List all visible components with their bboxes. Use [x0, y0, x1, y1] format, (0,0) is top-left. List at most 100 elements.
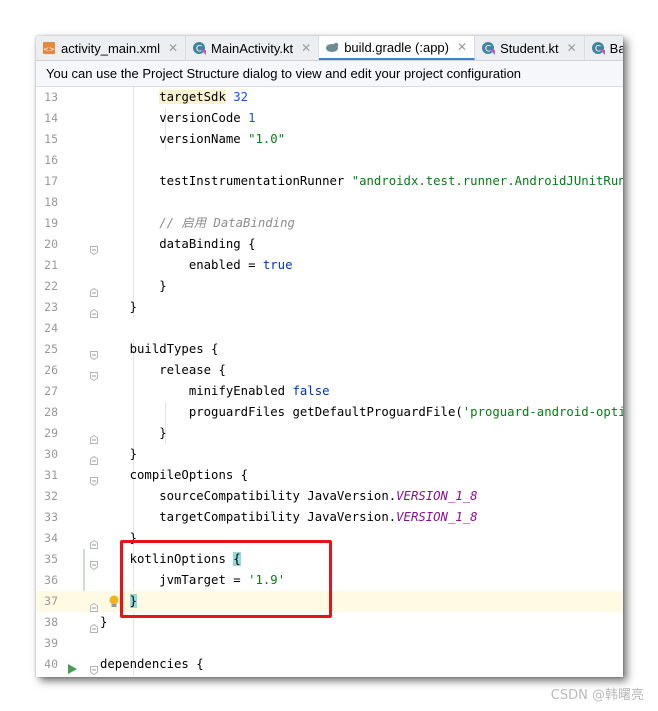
code-text: enabled = true [100, 258, 293, 272]
line-number: 16 [44, 153, 58, 167]
fold-end-icon[interactable] [90, 597, 98, 612]
line-number: 34 [44, 531, 58, 545]
code-line[interactable]: 17 testInstrumentationRunner "androidx.t… [36, 171, 623, 192]
line-number: 40 [44, 657, 58, 671]
code-line[interactable]: 16 [36, 150, 623, 171]
line-number: 20 [44, 237, 58, 251]
code-line[interactable]: 19 // 启用 DataBinding [36, 213, 623, 234]
line-number: 25 [44, 342, 58, 356]
line-number: 22 [44, 279, 58, 293]
kotlin-class-icon: C [481, 41, 496, 55]
code-line[interactable]: 18 [36, 192, 623, 213]
line-number: 14 [44, 111, 58, 125]
line-number: 13 [44, 90, 58, 104]
line-number: 30 [44, 447, 58, 461]
line-number: 37 [44, 594, 58, 608]
code-line[interactable]: 28 proguardFiles getDefaultProguardFile(… [36, 402, 623, 423]
code-line[interactable]: 33 targetCompatibility JavaVersion.VERSI… [36, 507, 623, 528]
tab-label: MainActivity.kt [211, 40, 294, 56]
code-text: dataBinding { [100, 237, 256, 251]
line-number: 29 [44, 426, 58, 440]
code-line[interactable]: 30 } [36, 444, 623, 465]
line-number: 19 [44, 216, 58, 230]
code-line[interactable]: 20 dataBinding { [36, 234, 623, 256]
svg-text:<>: <> [43, 46, 55, 54]
code-text: } [100, 615, 108, 629]
code-text: dependencies { [100, 657, 204, 671]
line-number: 17 [44, 174, 58, 188]
tab-activity-main-xml[interactable]: <> activity_main.xml ✕ [36, 36, 187, 60]
code-line[interactable]: 15 versionName "1.0" [36, 129, 623, 150]
line-number: 15 [44, 132, 58, 146]
fold-expand-icon[interactable] [90, 660, 98, 676]
fold-end-icon[interactable] [90, 282, 98, 297]
code-text: versionCode 1 [100, 111, 256, 125]
tab-build-gradle-app[interactable]: build.gradle (:app) ✕ [319, 36, 476, 60]
kotlin-class-icon: C [591, 41, 605, 55]
line-number: 32 [44, 489, 58, 503]
code-line[interactable]: 25 buildTypes { [36, 339, 623, 361]
tab-label: Student.kt [500, 40, 559, 56]
code-line[interactable]: 23 } [36, 297, 623, 318]
close-icon[interactable]: ✕ [457, 40, 467, 54]
fold-end-icon[interactable] [90, 618, 98, 633]
line-number: 26 [44, 363, 58, 377]
fold-expand-icon[interactable] [90, 471, 98, 487]
code-line[interactable]: 31 compileOptions { [36, 465, 623, 487]
code-line[interactable]: 27 minifyEnabled false [36, 381, 623, 402]
code-line[interactable]: 40 dependencies { [36, 654, 623, 677]
code-text: versionName "1.0" [100, 132, 286, 146]
editor-tab-bar: <> activity_main.xml ✕ C MainActivity.kt… [36, 36, 623, 61]
gradle-elephant-icon [325, 40, 339, 54]
code-text: } [100, 279, 167, 293]
line-number: 35 [44, 552, 58, 566]
code-line[interactable]: 32 sourceCompatibility JavaVersion.VERSI… [36, 486, 623, 507]
line-number: 33 [44, 510, 58, 524]
tab-main-activity-kt[interactable]: C MainActivity.kt ✕ [186, 36, 320, 60]
line-number: 28 [44, 405, 58, 419]
fold-expand-icon[interactable] [90, 345, 98, 361]
tab-ba[interactable]: C Ba [585, 36, 623, 60]
line-number: 23 [44, 300, 58, 314]
fold-end-icon[interactable] [90, 450, 98, 465]
line-number: 38 [44, 615, 58, 629]
code-line[interactable]: 26 release { [36, 360, 623, 382]
svg-text:C: C [196, 45, 202, 55]
code-line[interactable]: 21 enabled = true [36, 255, 623, 276]
line-number: 39 [44, 636, 58, 650]
xml-file-icon: <> [42, 41, 56, 55]
svg-text:C: C [595, 45, 601, 55]
kotlin-class-icon: C [192, 41, 207, 55]
code-text: release { [100, 363, 226, 377]
highlight-box [120, 540, 332, 618]
code-line[interactable]: 14 versionCode 1 [36, 108, 623, 129]
code-text: targetSdk 32 [159, 90, 249, 104]
line-number: 31 [44, 468, 58, 482]
code-text: // 启用 DataBinding [100, 216, 295, 230]
fold-end-icon[interactable] [90, 303, 98, 318]
project-structure-banner: You can use the Project Structure dialog… [36, 61, 623, 87]
close-icon[interactable]: ✕ [168, 41, 178, 55]
code-text: } [100, 426, 167, 440]
watermark: CSDN @韩曙亮 [550, 688, 644, 703]
code-text: proguardFiles getDefaultProguardFile('pr… [100, 405, 623, 419]
code-text: targetCompatibility JavaVersion.VERSION_… [100, 510, 478, 524]
close-icon[interactable]: ✕ [301, 41, 311, 55]
fold-end-icon[interactable] [90, 429, 98, 444]
code-text: compileOptions { [100, 468, 249, 482]
fold-end-icon[interactable] [90, 534, 98, 549]
code-line[interactable]: 13 targetSdk 32 [36, 87, 623, 108]
fold-expand-icon[interactable] [90, 555, 98, 571]
code-line[interactable]: 39 [36, 633, 623, 654]
code-line[interactable]: 22 } [36, 276, 623, 297]
fold-expand-icon[interactable] [90, 366, 98, 382]
close-icon[interactable]: ✕ [567, 41, 577, 55]
code-text: } [100, 300, 138, 314]
code-text: minifyEnabled false [100, 384, 330, 398]
code-line[interactable]: 29 } [36, 423, 623, 444]
code-line[interactable]: 24 [36, 318, 623, 339]
tab-label: activity_main.xml [61, 40, 160, 56]
tab-student-kt[interactable]: C Student.kt ✕ [475, 36, 585, 60]
fold-expand-icon[interactable] [90, 240, 98, 256]
run-gutter-icon[interactable] [68, 659, 77, 677]
